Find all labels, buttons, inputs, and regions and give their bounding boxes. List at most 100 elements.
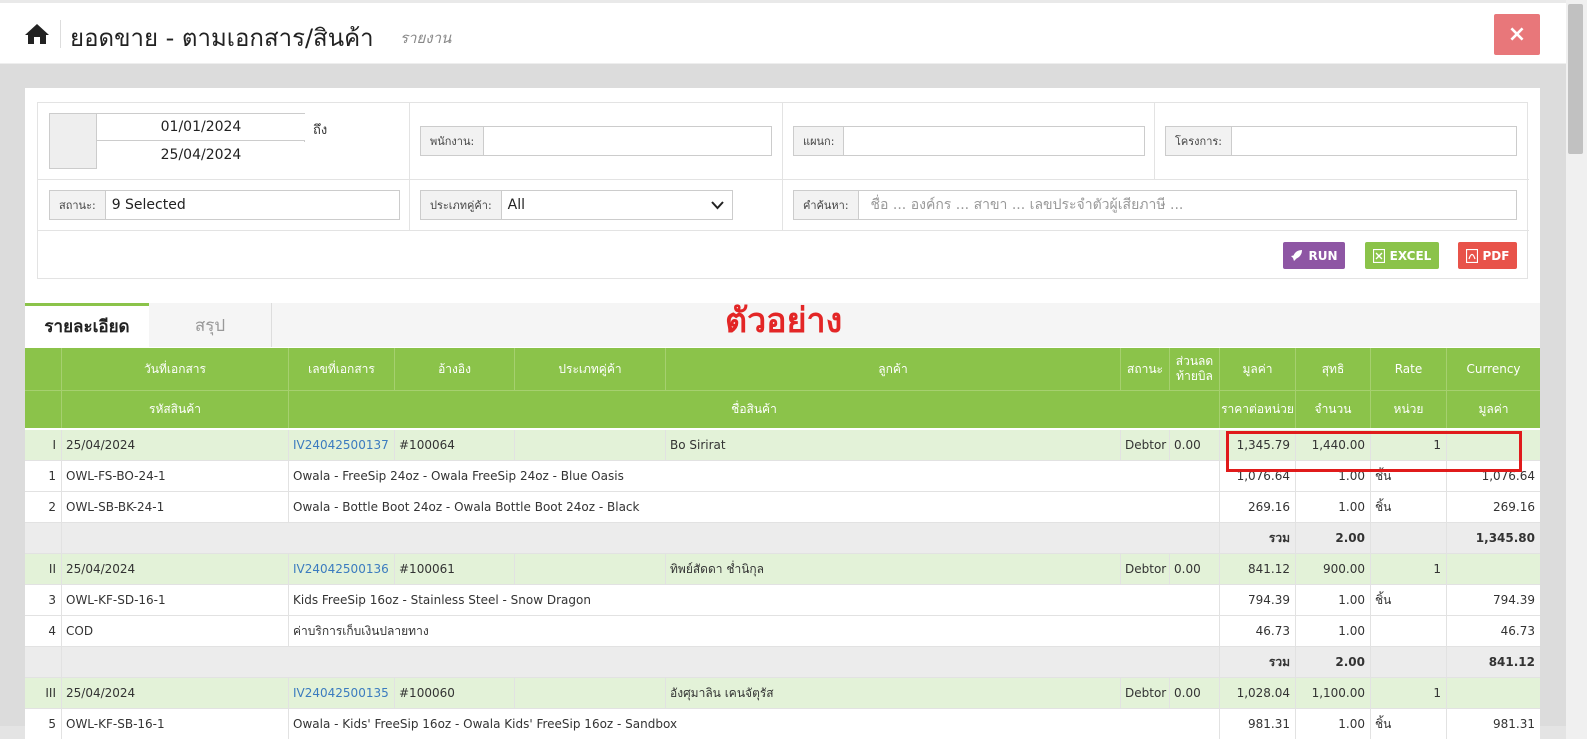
doc-date: 25/04/2024 — [62, 430, 289, 460]
excel-label: EXCEL — [1389, 248, 1432, 263]
quantity: 1.00 — [1296, 616, 1371, 646]
line-value: 46.73 — [1500, 624, 1535, 638]
doc-date: 25/04/2024 — [62, 678, 289, 708]
header-customer[interactable]: ลูกค้า — [666, 348, 1121, 390]
product-code: OWL-KF-SB-16-1 — [62, 709, 289, 739]
date-from-input[interactable]: 01/01/2024 — [97, 114, 305, 141]
pdf-button[interactable]: PDF — [1458, 242, 1517, 269]
doc-currency — [1447, 678, 1540, 708]
customer-type — [515, 678, 666, 708]
unit-price: 46.73 — [1220, 616, 1296, 646]
line-value: 981.31 — [1493, 717, 1535, 731]
customer-name: ทิพย์สัดดา ช่ำนิกุล — [666, 554, 1121, 584]
status-field[interactable]: สถานะ: 9 Selected — [49, 190, 400, 220]
row-number: I — [25, 430, 62, 460]
doc-number-link[interactable]: IV24042500137 — [289, 430, 395, 460]
close-button[interactable]: × — [1494, 14, 1540, 55]
employee-field[interactable]: พนักงาน: — [420, 126, 772, 156]
department-field[interactable]: แผนก: — [793, 126, 1145, 156]
search-field[interactable]: คำค้นหา: ชื่อ ... องค์กร ... สาขา ... เล… — [793, 190, 1517, 220]
sample-watermark: ตัวอย่าง — [725, 301, 843, 341]
run-button[interactable]: RUN — [1283, 242, 1345, 269]
product-code: OWL-SB-BK-24-1 — [62, 492, 289, 522]
header-unit[interactable]: หน่วย — [1371, 391, 1447, 428]
table-row-item[interactable]: 4 COD ค่าบริการเก็บเงินปลายทาง 46.73 1.0… — [25, 616, 1540, 647]
department-input[interactable] — [844, 127, 1144, 155]
header-product-name[interactable]: ชื่อสินค้า — [289, 391, 1220, 428]
unit: ชิ้น — [1371, 585, 1447, 615]
top-edge — [0, 0, 1587, 3]
total-spacer — [62, 523, 1220, 553]
project-field[interactable]: โครงการ: — [1165, 126, 1517, 156]
status-select[interactable]: 9 Selected — [106, 191, 399, 219]
table-row-document[interactable]: III 25/04/2024 IV24042500135 #100060 อัง… — [25, 678, 1540, 709]
project-input[interactable] — [1232, 127, 1516, 155]
row-number: III — [25, 678, 62, 708]
total-spacer — [1371, 647, 1447, 677]
table-row-item[interactable]: 2 OWL-SB-BK-24-1 Owala - Bottle Boot 24o… — [25, 492, 1540, 523]
total-value: 1,345.80 — [1475, 531, 1535, 545]
header-value[interactable]: มูลค่า — [1220, 348, 1296, 390]
total-value: 841.12 — [1488, 655, 1535, 669]
date-to-input[interactable]: 25/04/2024 — [97, 142, 305, 169]
header-quantity[interactable]: จำนวน — [1296, 391, 1371, 428]
date-range-picker[interactable]: 01/01/2024 25/04/2024 — [49, 113, 305, 169]
excel-button[interactable]: EXCEL — [1365, 242, 1439, 269]
header-rate[interactable]: Rate — [1371, 348, 1447, 390]
doc-net: 900.00 — [1296, 554, 1371, 584]
product-name: Owala - Bottle Boot 24oz - Owala Bottle … — [289, 492, 1220, 522]
header-reference[interactable]: อ้างอิง — [395, 348, 515, 390]
pdf-file-icon — [1465, 248, 1478, 263]
doc-number-link[interactable]: IV24042500135 — [289, 678, 395, 708]
table-row-item[interactable]: 5 OWL-KF-SB-16-1 Owala - Kids' FreeSip 1… — [25, 709, 1540, 739]
total-spacer — [62, 647, 1220, 677]
search-input[interactable]: ชื่อ ... องค์กร ... สาขา ... เลขประจำตัว… — [859, 191, 1516, 219]
unit: ชิ้น — [1371, 709, 1447, 739]
chevron-down-icon[interactable] — [711, 199, 724, 211]
home-icon[interactable] — [24, 22, 50, 46]
header-net[interactable]: สุทธิ — [1296, 348, 1371, 390]
table-row-item[interactable]: 3 OWL-KF-SD-16-1 Kids FreeSip 16oz - Sta… — [25, 585, 1540, 616]
end-discount: 0.00 — [1170, 678, 1220, 708]
header-line-value[interactable]: มูลค่า — [1447, 391, 1540, 428]
scrollbar-thumb[interactable] — [1568, 4, 1583, 154]
total-spacer — [25, 523, 62, 553]
header-currency[interactable]: Currency — [1447, 348, 1540, 390]
date-to-label: ถึง — [313, 123, 328, 138]
unit-price: 269.16 — [1220, 492, 1296, 522]
line-value: 794.39 — [1493, 593, 1535, 607]
quantity: 1.00 — [1296, 585, 1371, 615]
header-end-discount[interactable]: ส่วนลด ท้ายบิล — [1170, 348, 1220, 390]
unit: ชิ้น — [1371, 492, 1447, 522]
header-customer-type[interactable]: ประเภทคู่ค้า — [515, 348, 666, 390]
header-unit-price[interactable]: ราคาต่อหน่วย — [1220, 391, 1296, 428]
doc-number-link[interactable]: IV24042500136 — [289, 554, 395, 584]
project-label: โครงการ: — [1166, 127, 1232, 155]
report-content: 01/01/2024 25/04/2024 ถึง พนักงาน: แผนก:… — [25, 88, 1540, 739]
table-row-document[interactable]: II 25/04/2024 IV24042500136 #100061 ทิพย… — [25, 554, 1540, 585]
header-doc-date[interactable]: วันที่เอกสาร — [62, 348, 289, 390]
end-discount: 0.00 — [1170, 554, 1220, 584]
calendar-button[interactable] — [50, 114, 97, 168]
header-product-code[interactable]: รหัสสินค้า — [62, 391, 289, 428]
quantity: 1.00 — [1296, 709, 1371, 739]
highlight-annotation-box — [1226, 431, 1522, 472]
header-doc-no[interactable]: เลขที่เอกสาร — [289, 348, 395, 390]
customer-type-field[interactable]: ประเภทคู่ค้า: All — [420, 190, 733, 220]
run-label: RUN — [1308, 248, 1338, 263]
product-code: OWL-KF-SD-16-1 — [62, 585, 289, 615]
unit — [1371, 616, 1447, 646]
page-subtitle: รายงาน — [400, 29, 452, 47]
quantity: 1.00 — [1296, 492, 1371, 522]
customer-type-select[interactable]: All — [502, 191, 732, 219]
header-status[interactable]: สถานะ — [1121, 348, 1170, 390]
doc-net: 1,100.00 — [1296, 678, 1371, 708]
doc-status: Debtor — [1121, 678, 1170, 708]
employee-input[interactable] — [484, 127, 771, 155]
tab-summary[interactable]: สรุป — [149, 303, 272, 347]
customer-name: Bo Sirirat — [666, 430, 1121, 460]
doc-value: 1,028.04 — [1220, 678, 1296, 708]
doc-status: Debtor — [1121, 430, 1170, 460]
doc-reference: #100060 — [395, 678, 515, 708]
tab-detail[interactable]: รายละเอียด — [25, 303, 149, 347]
